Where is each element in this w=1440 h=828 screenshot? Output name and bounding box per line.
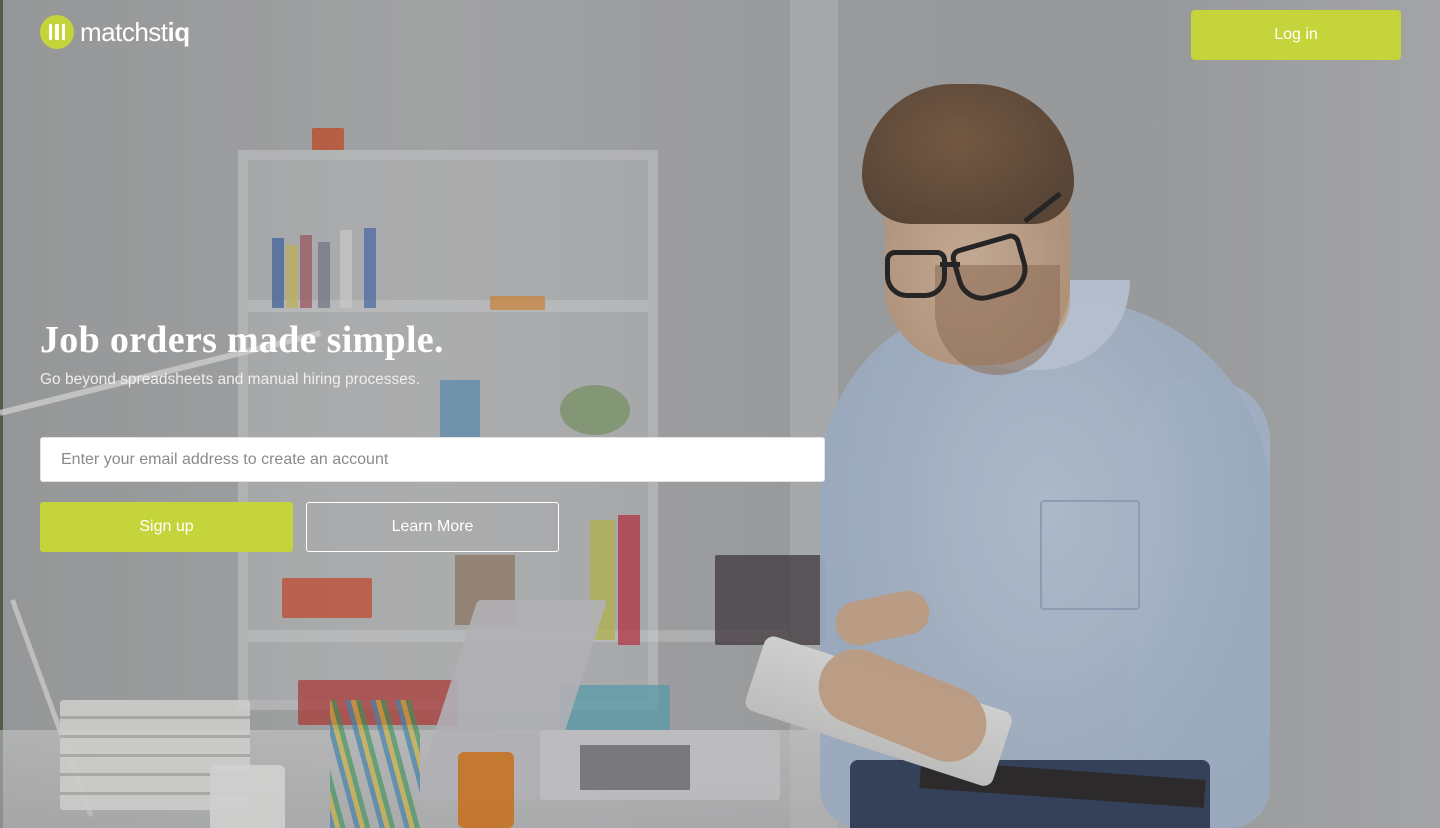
brand-logo[interactable]: matchstiq <box>40 14 190 50</box>
login-button[interactable]: Log in <box>1191 10 1401 60</box>
hero-subtitle: Go beyond spreadsheets and manual hiring… <box>40 371 420 388</box>
brand-wordmark: matchstiq <box>80 17 190 48</box>
brand-wordmark-bold: iq <box>167 16 191 47</box>
brand-wordmark-regular: matchst <box>80 16 168 47</box>
signup-button[interactable]: Sign up <box>40 502 293 552</box>
matchstick-logo-icon <box>40 15 74 49</box>
learn-more-button[interactable]: Learn More <box>306 502 559 552</box>
email-input[interactable] <box>40 437 825 482</box>
hero-title: Job orders made simple. <box>40 319 444 361</box>
landing-page: matchstiq Log in Job orders made simple.… <box>0 0 1440 828</box>
photo-dim-overlay <box>0 0 1440 828</box>
